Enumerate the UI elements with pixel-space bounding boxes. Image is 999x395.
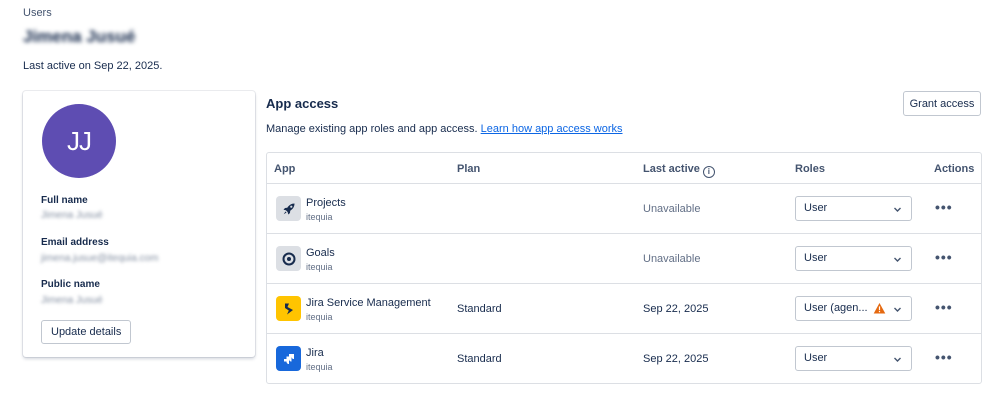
last-active-value: Sep 22, 2025 xyxy=(643,353,709,365)
more-actions-button[interactable]: ••• xyxy=(935,299,953,315)
avatar: JJ xyxy=(42,104,116,178)
email-label: Email address xyxy=(41,237,109,248)
column-last-active-label: Last active xyxy=(643,163,700,175)
role-select[interactable]: User (agen... xyxy=(795,296,912,321)
more-actions-button[interactable]: ••• xyxy=(935,249,953,265)
app-site: itequia xyxy=(306,262,333,272)
description-text: Manage existing app roles and app access… xyxy=(266,123,478,135)
public-name-label: Public name xyxy=(41,279,100,290)
public-name-value: Jimena Jusué xyxy=(41,295,103,306)
app-access-description: Manage existing app roles and app access… xyxy=(266,123,623,135)
column-last-active: Last active i xyxy=(643,163,715,178)
app-access-title: App access xyxy=(266,96,339,111)
rocket-icon xyxy=(276,196,301,221)
full-name-value: Jimena Jusué xyxy=(41,210,103,221)
app-access-table: App Plan Last active i Roles Actions Proj… xyxy=(266,152,982,384)
chevron-down-icon xyxy=(894,357,901,362)
target-icon xyxy=(276,246,301,271)
app-name[interactable]: Goals xyxy=(306,247,335,259)
lightning-icon xyxy=(276,296,301,321)
role-value: User xyxy=(804,352,828,364)
app-site: itequia xyxy=(306,212,333,222)
chevron-down-icon xyxy=(894,257,901,262)
email-value: jimena.jusue@itequia.com xyxy=(41,253,159,264)
last-active-value: Unavailable xyxy=(643,253,701,265)
table-row: Goals itequia Unavailable User ••• xyxy=(267,234,981,284)
profile-card: JJ Full name Jimena Jusué Email address … xyxy=(23,91,255,357)
app-name[interactable]: Jira Service Management xyxy=(306,297,431,309)
page-title: Jimena Jusué xyxy=(23,27,136,46)
jira-icon xyxy=(276,346,301,371)
table-row: Projects itequia Unavailable User ••• xyxy=(267,184,981,234)
plan-value: Standard xyxy=(457,303,502,315)
role-select[interactable]: User xyxy=(795,346,912,371)
column-plan: Plan xyxy=(457,163,481,175)
app-name[interactable]: Projects xyxy=(306,197,346,209)
column-app: App xyxy=(274,163,296,175)
app-site: itequia xyxy=(306,362,333,372)
table-header: App Plan Last active i Roles Actions xyxy=(267,153,981,184)
update-details-button[interactable]: Update details xyxy=(41,320,132,344)
info-icon[interactable]: i xyxy=(702,166,715,178)
role-value: User xyxy=(804,202,828,214)
more-actions-button[interactable]: ••• xyxy=(935,199,953,215)
table-row: Jira Service Management itequia Standard… xyxy=(267,284,981,334)
chevron-down-icon xyxy=(894,207,901,212)
role-select[interactable]: User xyxy=(795,196,912,221)
last-active-text: Last active on Sep 22, 2025. xyxy=(23,60,163,72)
app-name[interactable]: Jira xyxy=(306,347,324,359)
column-roles: Roles xyxy=(795,163,825,175)
grant-access-button[interactable]: Grant access xyxy=(903,91,981,116)
warning-icon xyxy=(873,303,886,314)
last-active-value: Unavailable xyxy=(643,203,701,215)
plan-value: Standard xyxy=(457,353,502,365)
role-value: User (agen... xyxy=(804,302,868,314)
role-select[interactable]: User xyxy=(795,246,912,271)
breadcrumb[interactable]: Users xyxy=(23,7,52,19)
table-row: Jira itequia Standard Sep 22, 2025 User … xyxy=(267,334,981,384)
last-active-value: Sep 22, 2025 xyxy=(643,303,709,315)
learn-app-access-link[interactable]: Learn how app access works xyxy=(481,123,623,135)
more-actions-button[interactable]: ••• xyxy=(935,349,953,365)
column-actions: Actions xyxy=(934,163,975,175)
chevron-down-icon xyxy=(894,307,901,312)
app-site: itequia xyxy=(306,312,333,322)
role-value: User xyxy=(804,252,828,264)
full-name-label: Full name xyxy=(41,195,88,206)
